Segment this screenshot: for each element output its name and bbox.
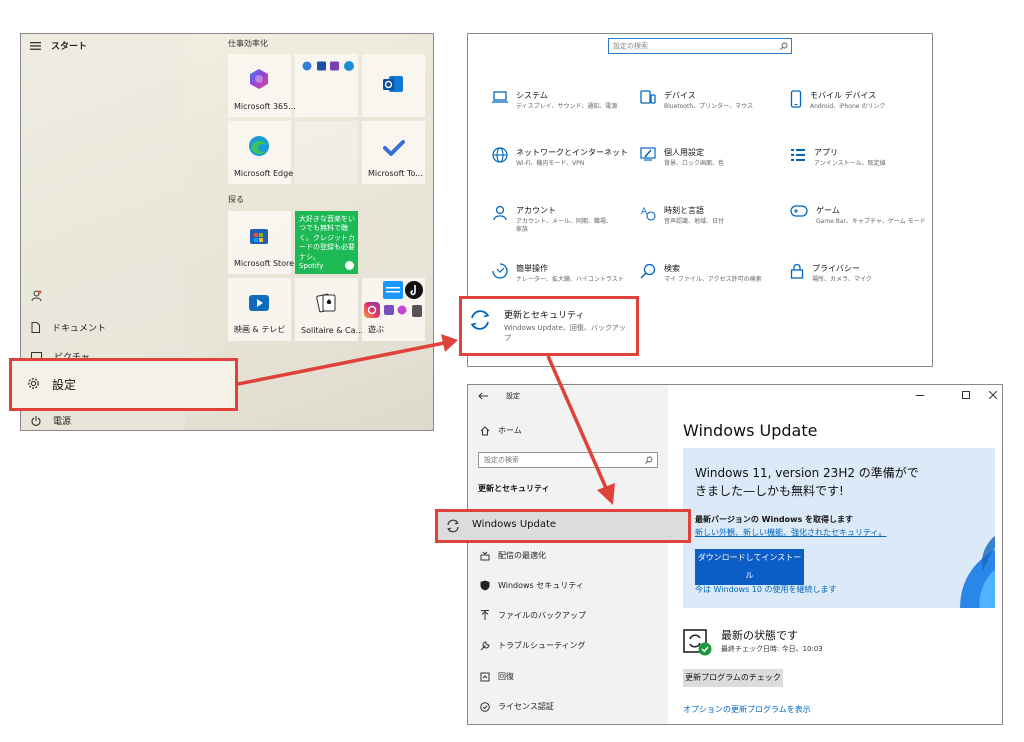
arrow-update-security-to-windows-update [546, 355, 615, 505]
flow-arrows [237, 334, 615, 505]
arrow-settings-to-update-security [237, 334, 458, 386]
